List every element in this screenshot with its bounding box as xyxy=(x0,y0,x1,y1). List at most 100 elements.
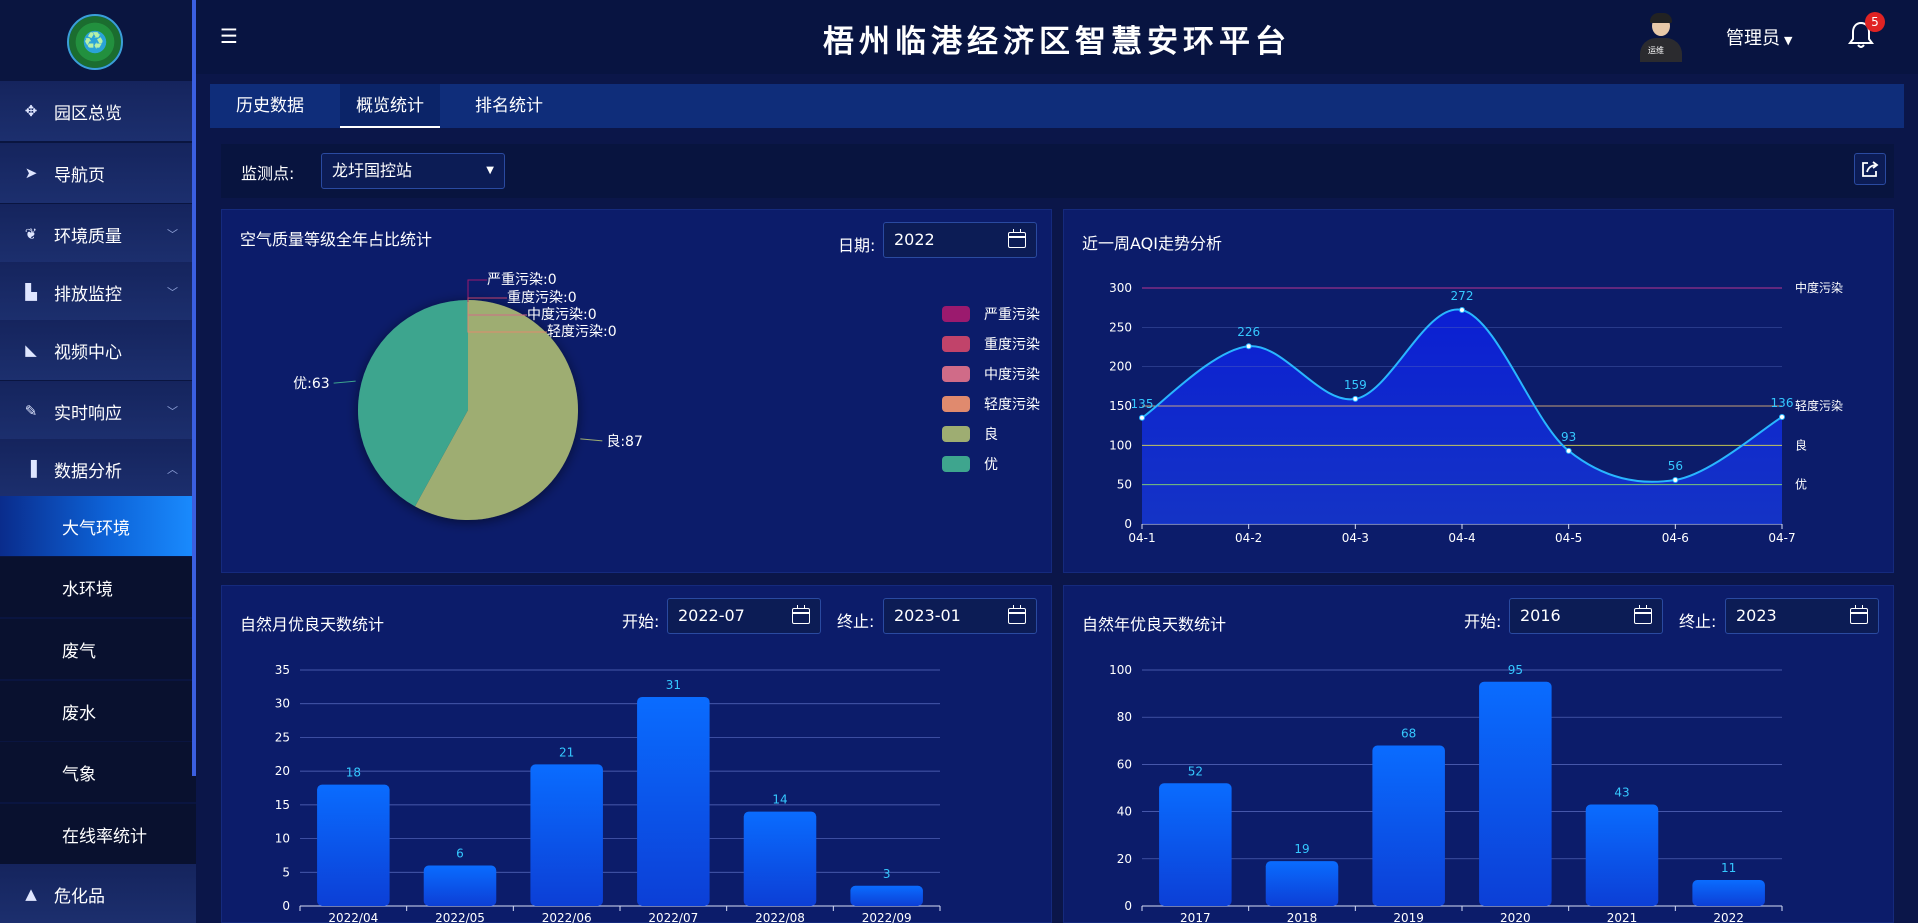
avatar-hair xyxy=(1650,13,1672,23)
sidebar: ♻ ✥ 园区总览 ➤ 导航页 ❦ 环境质量 ﹀ ▙ 排放监控 ﹀ ◣ 视频中心 ✎ 实时响应 ﹀ … xyxy=(0,0,196,923)
monitor-point-select[interactable]: 龙圩国控站 ▼ xyxy=(321,153,505,189)
sidebar-item-hazardous[interactable]: ▲ 危化品 xyxy=(0,864,196,923)
tab-ranking[interactable]: 排名统计 xyxy=(475,84,543,128)
y-tick-label: 50 xyxy=(1117,478,1132,492)
x-tick-label: 2020 xyxy=(1500,911,1531,923)
sidebar-subitem-water[interactable]: 水环境 xyxy=(0,557,196,617)
legend-item[interactable]: 良 xyxy=(942,424,998,444)
sidebar-item-park-overview[interactable]: ✥ 园区总览 xyxy=(0,81,196,141)
filter-bar: 监测点: 龙圩国控站 ▼ xyxy=(221,144,1894,198)
legend-label: 轻度污染 xyxy=(984,397,1040,413)
y-tick-label: 80 xyxy=(1117,710,1132,724)
bar-data-label: 52 xyxy=(1188,764,1203,778)
y-tick-label: 30 xyxy=(275,697,290,711)
export-button[interactable] xyxy=(1854,153,1886,185)
avatar[interactable]: 运维 xyxy=(1634,10,1686,62)
chevron-down-icon: ▼ xyxy=(486,165,494,176)
legend-item[interactable]: 中度污染 xyxy=(942,364,1040,384)
legend-item[interactable]: 严重污染 xyxy=(942,304,1040,324)
notification-badge: 5 xyxy=(1865,12,1885,32)
aqi-point xyxy=(1459,307,1465,314)
bar xyxy=(1372,745,1445,906)
sidebar-item-response[interactable]: ✎ 实时响应 ﹀ xyxy=(0,381,196,441)
y-tick-label: 200 xyxy=(1109,360,1132,374)
legend-label: 重度污染 xyxy=(984,337,1040,353)
aqi-point xyxy=(1139,414,1145,421)
edit-icon: ✎ xyxy=(24,402,38,420)
tab-history[interactable]: 历史数据 xyxy=(236,84,304,128)
y-tick-label: 0 xyxy=(1124,899,1132,913)
aqi-line-chart: 0 50 100 150 200 250 300 中度污染轻度污染良优 135 04-1 226 04… xyxy=(1109,280,1843,545)
x-tick-label: 2022/07 xyxy=(648,911,698,923)
y-tick-label: 100 xyxy=(1109,663,1132,677)
bar-data-label: 19 xyxy=(1294,842,1309,856)
aqi-point xyxy=(1352,395,1359,402)
threshold-label: 中度污染 xyxy=(1795,280,1843,295)
legend-swatch xyxy=(942,456,970,472)
x-tick-label: 04-3 xyxy=(1342,531,1369,545)
legend-item[interactable]: 轻度污染 xyxy=(942,394,1040,414)
aqi-data-label: 136 xyxy=(1771,396,1794,410)
y-tick-label: 20 xyxy=(1117,852,1132,866)
y-tick-label: 300 xyxy=(1109,281,1132,295)
bar xyxy=(1692,880,1765,906)
pie-label-line-4 xyxy=(580,438,603,442)
panel-aqi: 近一周AQI走势分析 0 50 100 150 200 250 300 中度污染 轻度污染良优 1… xyxy=(1063,209,1894,573)
x-tick-label: 04-2 xyxy=(1235,531,1262,545)
x-tick-label: 2022/05 xyxy=(435,911,485,923)
tab-overview[interactable]: 概览统计 xyxy=(340,84,440,128)
aqi-point xyxy=(1672,476,1679,483)
aqi-point xyxy=(1779,414,1785,421)
grid-icon: ✥ xyxy=(24,102,38,120)
yearly-bar-chart: 0 20 40 60 80 100 52 2017 19 2018 68 2019 95 2020 43 20… xyxy=(1109,663,1783,923)
x-tick-label: 2022/06 xyxy=(542,911,592,923)
avatar-tag: 运维 xyxy=(1648,46,1664,55)
sidebar-item-emission[interactable]: ▙ 排放监控 ﹀ xyxy=(0,262,196,322)
legend-item[interactable]: 重度污染 xyxy=(942,334,1040,354)
sidebar-subitem-weather[interactable]: 气象 xyxy=(0,742,196,802)
chevron-down-icon: ﹀ xyxy=(167,405,178,418)
y-tick-label: 0 xyxy=(282,899,290,913)
sidebar-item-label: 危化品 xyxy=(54,886,105,907)
sidebar-item-navigation[interactable]: ➤ 导航页 xyxy=(0,143,196,203)
sidebar-subitem-label: 大气环境 xyxy=(62,518,130,539)
aqi-point xyxy=(1245,343,1252,350)
camera-icon: ◣ xyxy=(25,341,37,359)
sidebar-item-env-quality[interactable]: ❦ 环境质量 ﹀ xyxy=(0,204,196,264)
aqi-area xyxy=(1142,309,1782,524)
x-tick-label: 04-7 xyxy=(1768,531,1795,545)
sidebar-subitem-waste-water[interactable]: 废水 xyxy=(0,681,196,741)
y-tick-label: 0 xyxy=(1124,517,1132,531)
aqi-data-label: 226 xyxy=(1237,325,1260,339)
panel-yearly: 自然年优良天数统计 开始: 2016 终止: 2023 0 20 40 60 80 100… xyxy=(1063,585,1894,923)
sidebar-item-video[interactable]: ◣ 视频中心 xyxy=(0,320,196,380)
chevron-down-icon: ﹀ xyxy=(167,228,178,241)
pie-label-5: 优:63 xyxy=(293,376,330,392)
bar xyxy=(1479,681,1552,906)
bar xyxy=(1265,861,1339,906)
y-tick-label: 60 xyxy=(1117,757,1132,771)
x-tick-label: 04-5 xyxy=(1555,531,1582,545)
x-tick-label: 2021 xyxy=(1607,911,1638,923)
sidebar-item-label: 环境质量 xyxy=(54,226,122,247)
user-menu[interactable]: 管理员 ▼ xyxy=(1726,24,1792,50)
sidebar-subitem-waste-gas[interactable]: 废气 xyxy=(0,619,196,679)
bar-chart-icon: ▐ xyxy=(25,460,37,478)
pie-label-line-5 xyxy=(333,380,356,384)
aqi-point xyxy=(1565,447,1572,454)
sidebar-subitem-online-rate[interactable]: 在线率统计 xyxy=(0,804,196,864)
top-header: ☰ 梧州临港经济区智慧安环平台 运维 管理员 ▼ 5 xyxy=(196,0,1918,74)
legend-label: 中度污染 xyxy=(984,367,1040,383)
y-tick-label: 35 xyxy=(275,663,290,677)
legend-item[interactable]: 优 xyxy=(942,454,998,474)
panel-pie: 空气质量等级全年占比统计 日期: 2022 严重污染:0 重度污染:0 中度污染:0… xyxy=(221,209,1052,573)
sidebar-subitem-air[interactable]: 大气环境 xyxy=(0,496,196,556)
sidebar-item-label: 排放监控 xyxy=(54,284,122,305)
sidebar-item-data-analysis[interactable]: ▐ 数据分析 ︿ xyxy=(0,439,196,499)
sidebar-item-label: 数据分析 xyxy=(54,461,122,482)
bar-data-label: 21 xyxy=(559,745,574,759)
y-tick-label: 15 xyxy=(275,798,290,812)
leaf-icon: ❦ xyxy=(24,225,38,243)
aqi-data-label: 135 xyxy=(1131,397,1154,411)
share-icon xyxy=(1862,161,1879,177)
